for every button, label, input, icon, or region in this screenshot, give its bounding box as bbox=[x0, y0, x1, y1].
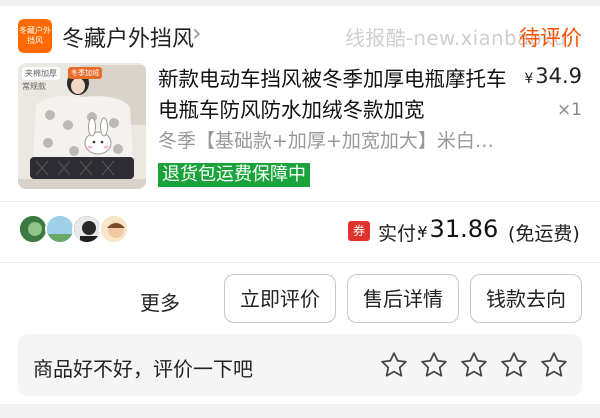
shipping-note: (免运费) bbox=[508, 223, 580, 245]
buyer-avatar bbox=[72, 214, 102, 244]
refund-status-button[interactable]: 钱款去向 bbox=[470, 274, 582, 323]
star-icon[interactable] bbox=[419, 350, 449, 380]
chevron-right-icon[interactable]: › bbox=[192, 19, 202, 47]
price-value: 34.9 bbox=[535, 64, 582, 88]
more-button[interactable]: 更多 bbox=[140, 287, 180, 316]
quick-review-bar[interactable]: 商品好不好，评价一下吧 bbox=[18, 334, 582, 396]
store-name[interactable]: 冬藏户外挡风 bbox=[62, 21, 194, 53]
product-thumbnail[interactable]: 夹棉加厚 常规款 冬季加绒 bbox=[18, 63, 146, 189]
buyer-avatar bbox=[18, 214, 48, 244]
bottom-separator bbox=[0, 404, 600, 418]
after-sales-details-button[interactable]: 售后详情 bbox=[347, 274, 459, 323]
buyer-avatar bbox=[45, 214, 75, 244]
star-icon[interactable] bbox=[539, 350, 569, 380]
thumb-tag: 冬季加绒 bbox=[68, 67, 102, 79]
voucher-icon: 券 bbox=[348, 221, 370, 241]
star-icon[interactable] bbox=[499, 350, 529, 380]
review-prompt: 商品好不好，评价一下吧 bbox=[33, 357, 253, 381]
product-card[interactable]: 夹棉加厚 常规款 冬季加绒 新款电动车挡风被冬季加厚电瓶摩托车电瓶车防风防水加绒… bbox=[0, 60, 600, 195]
order-status: 待评价 bbox=[519, 26, 582, 50]
star-icon[interactable] bbox=[459, 350, 489, 380]
product-spec: 冬季【基础款+加厚+加宽加大】米白… bbox=[158, 130, 494, 152]
payment-row: 券 实付: ¥31.86 (免运费) bbox=[0, 202, 600, 260]
thumb-tag: 夹棉加厚 bbox=[22, 67, 60, 80]
paid-value: 31.86 bbox=[429, 215, 499, 243]
order-header: 冬藏户外挡风 冬藏户外挡风 › 线报酷-new.xianbaoku 待评价 bbox=[0, 6, 600, 60]
thumb-tag: 常规款 bbox=[22, 82, 46, 91]
return-shipping-badge: 退货包运费保障中 bbox=[158, 163, 310, 187]
review-now-button[interactable]: 立即评价 bbox=[224, 274, 336, 323]
currency-symbol: ¥ bbox=[524, 71, 534, 87]
paid-label: 实付: bbox=[378, 223, 423, 245]
star-icon[interactable] bbox=[379, 350, 409, 380]
store-logo[interactable]: 冬藏户外挡风 bbox=[18, 19, 52, 53]
store-logo-text: 冬藏户外挡风 bbox=[19, 26, 51, 45]
buyer-avatar bbox=[99, 214, 129, 244]
product-title[interactable]: 新款电动车挡风被冬季加厚电瓶摩托车电瓶车防风防水加绒冬款加宽 bbox=[158, 64, 508, 126]
product-price: ¥34.9 bbox=[524, 64, 582, 88]
divider bbox=[0, 262, 600, 263]
product-quantity: ×1 bbox=[556, 100, 582, 120]
currency-symbol: ¥ bbox=[418, 223, 428, 241]
paid-amount: ¥31.86 bbox=[418, 215, 498, 243]
